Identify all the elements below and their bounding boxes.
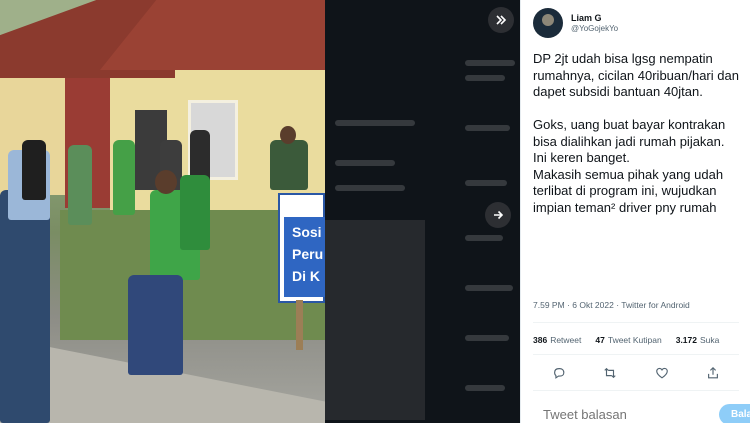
divider [533,354,739,355]
modal-backdrop [325,0,520,423]
photo-person-driver [180,175,210,250]
arrow-right-icon[interactable] [485,202,511,228]
photo-person-driver-legs [128,275,183,375]
photo-person [0,190,50,423]
photo-person [113,140,135,215]
author-handle[interactable]: @YoGojekYo [571,24,618,34]
author-display-name[interactable]: Liam G [571,12,618,24]
avatar[interactable] [533,8,563,38]
backdrop-text [465,60,515,66]
tweet-source[interactable]: Twitter for Android [621,300,690,310]
tweet-detail-panel: Liam G @YoGojekYo DP 2jt udah bisa lgsg … [520,0,750,423]
photo-banner-text: Sosi [292,224,322,240]
photo-person [68,145,92,225]
retweet-count-label: Retweet [550,335,582,345]
tweet-actions [533,364,739,382]
divider [533,390,739,391]
share-icon[interactable] [704,364,722,382]
backdrop-text [465,335,509,341]
backdrop-text [335,185,405,191]
tweet-media-photo[interactable]: Sosi Peru Di K [0,0,325,423]
retweet-count[interactable]: 386 Retweet [533,335,581,345]
photo-person-photographer [270,140,308,190]
backdrop-image [325,220,425,420]
backdrop-text [465,125,510,131]
reply-icon[interactable] [550,364,568,382]
retweet-count-value: 386 [533,335,548,345]
photo-head [280,126,296,144]
tweet-stats: 386 Retweet 47 Tweet Kutipan 3.172 Suka [533,335,719,345]
tweet-author[interactable]: Liam G @YoGojekYo [533,8,618,38]
like-count-label: Suka [700,335,720,345]
backdrop-text [465,235,503,241]
double-chevron-right-icon[interactable] [488,7,514,33]
tweet-date[interactable]: 6 Okt 2022 [572,300,614,310]
like-count-value: 3.172 [675,335,697,345]
tweet-text: DP 2jt udah bisa lgsg nempatin rumahnya,… [533,51,739,215]
backdrop-text [465,285,513,291]
backdrop-text [335,160,395,166]
author-names: Liam G @YoGojekYo [571,12,618,34]
photo-banner-panel: Sosi Peru Di K [284,217,325,297]
backdrop-text [465,385,505,391]
quote-count-label: Tweet Kutipan [607,335,662,345]
tweet-time[interactable]: 7.59 PM [533,300,565,310]
quote-count-value: 47 [595,335,605,345]
reply-composer: Balas [533,400,750,423]
reply-button[interactable]: Balas [719,403,750,423]
reply-input[interactable] [543,406,719,422]
photo-banner-post [296,300,303,350]
like-icon[interactable] [653,364,671,382]
photo-person [22,140,46,200]
backdrop-text [465,180,507,186]
photo-banner-text: Di K [292,268,320,284]
photo-banner-text: Peru [292,246,324,262]
like-count[interactable]: 3.172 Suka [676,335,720,345]
quote-count[interactable]: 47 Tweet Kutipan [595,335,661,345]
photo-head [155,170,177,194]
backdrop-text [465,75,505,81]
meta-separator: · [616,300,620,310]
divider [533,322,739,323]
photo-banner-sign: Sosi Peru Di K [278,193,325,303]
tweet-meta: 7.59 PM · 6 Okt 2022 · Twitter for Andro… [533,300,690,310]
backdrop-text [335,120,415,126]
meta-separator: · [567,300,570,310]
retweet-icon[interactable] [601,364,619,382]
